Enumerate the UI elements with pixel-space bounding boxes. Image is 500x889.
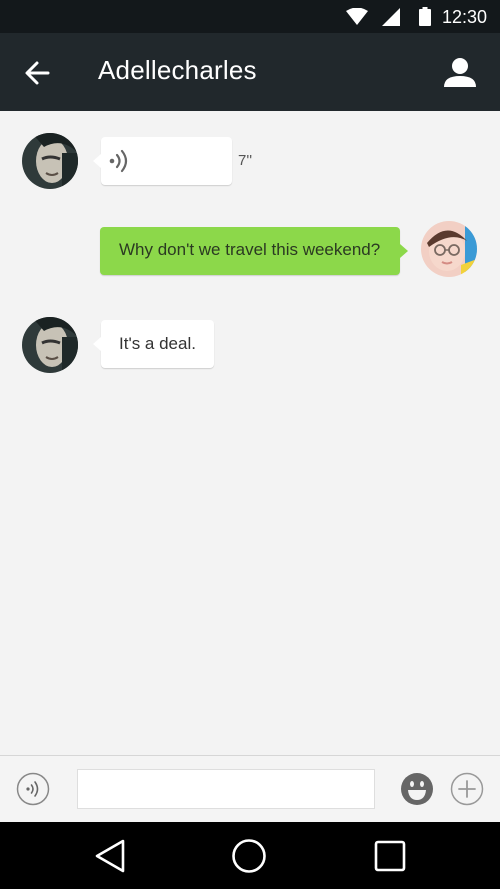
conversation-title: Adellecharles: [98, 55, 257, 85]
system-navigation-bar: [0, 822, 500, 889]
voice-wave-icon: [109, 149, 131, 178]
message-text: Why don't we travel this weekend?: [119, 240, 381, 259]
contact-avatar[interactable]: [22, 133, 78, 189]
nav-back-button[interactable]: [93, 838, 127, 879]
outgoing-message-bubble[interactable]: Why don't we travel this weekend?: [100, 227, 408, 275]
person-icon: [440, 58, 480, 95]
recents-square-icon: [373, 840, 407, 877]
voice-duration: 7'': [238, 152, 253, 169]
emoji-button[interactable]: [400, 772, 434, 811]
profile-button[interactable]: [440, 55, 480, 91]
incoming-message-bubble[interactable]: It's a deal.: [93, 320, 214, 368]
nav-recents-button[interactable]: [373, 839, 407, 878]
back-button[interactable]: [18, 55, 58, 91]
voice-input-button[interactable]: [16, 772, 50, 811]
add-attachment-button[interactable]: [450, 772, 484, 811]
status-bar: 12:30: [0, 0, 500, 33]
battery-icon: [419, 7, 431, 31]
plus-icon: [450, 772, 484, 810]
voice-message-bubble[interactable]: [93, 137, 232, 185]
message-input-bar: [0, 755, 500, 822]
smiley-icon: [400, 773, 434, 810]
arrow-left-icon: [18, 61, 58, 95]
signal-icon: [382, 8, 400, 31]
user-avatar[interactable]: [421, 221, 477, 277]
message-text: It's a deal.: [119, 334, 196, 353]
home-circle-icon: [231, 839, 267, 878]
message-input[interactable]: [77, 769, 375, 809]
status-time: 12:30: [442, 7, 488, 27]
contact-avatar[interactable]: [22, 317, 78, 373]
voice-icon: [16, 772, 50, 810]
app-toolbar: Adellecharles: [0, 33, 500, 111]
wifi-icon: [346, 7, 368, 30]
back-triangle-icon: [93, 839, 127, 878]
nav-home-button[interactable]: [231, 838, 267, 879]
